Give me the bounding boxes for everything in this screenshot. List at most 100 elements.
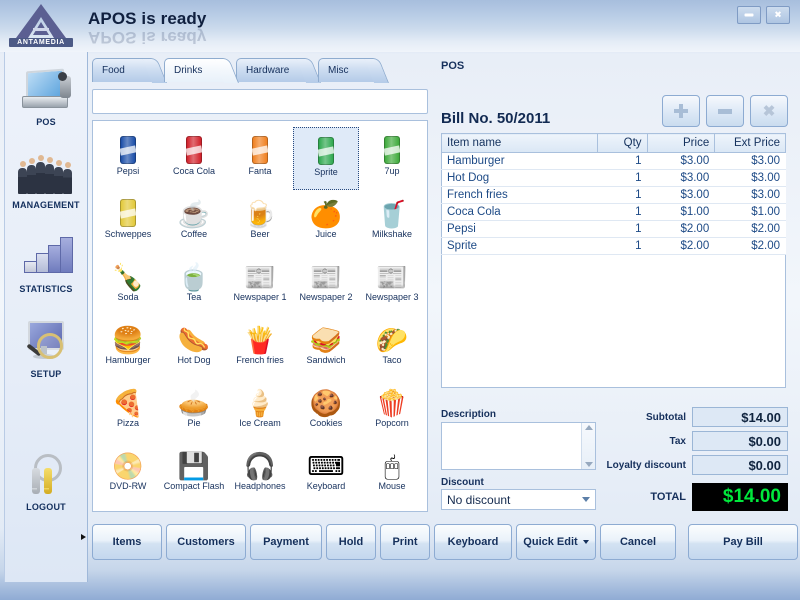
product-tile[interactable]: 🍕 Pizza <box>95 379 161 442</box>
tab-food[interactable]: Food <box>92 58 154 82</box>
product-tile[interactable]: 🍾 Soda <box>95 253 161 316</box>
window-title: APOS is ready <box>88 9 207 28</box>
payment-button[interactable]: Payment <box>250 524 322 560</box>
column-price[interactable]: Price <box>646 133 716 153</box>
sidebar-item-management[interactable]: MANAGEMENT <box>5 145 87 210</box>
product-tile[interactable]: 📰 Newspaper 2 <box>293 253 359 316</box>
keyboard-button-label: Keyboard <box>447 536 499 548</box>
product-tile[interactable]: 🍟 French fries <box>227 316 293 379</box>
product-tile[interactable]: 🍔 Hamburger <box>95 316 161 379</box>
product-label: Hot Dog <box>177 355 211 365</box>
print-button[interactable]: Print <box>380 524 430 560</box>
column-ext-price[interactable]: Ext Price <box>714 133 786 153</box>
product-tile[interactable]: 🌭 Hot Dog <box>161 316 227 379</box>
cancel-button[interactable]: Cancel <box>600 524 676 560</box>
tax-row: Tax $0.00 <box>670 431 788 451</box>
product-label: Popcorn <box>375 418 409 428</box>
product-tile[interactable]: Pepsi <box>95 127 161 190</box>
tab-drinks[interactable]: Drinks <box>164 58 226 82</box>
product-tile[interactable]: 🖱 Mouse <box>359 442 425 505</box>
apos-application-window: ANTAMEDIA APOS is ready APOS is ready ✖ … <box>0 0 800 600</box>
mouse-cursor-icon <box>81 534 86 540</box>
hold-button[interactable]: Hold <box>326 524 376 560</box>
product-tile[interactable]: Coca Cola <box>161 127 227 190</box>
product-tile[interactable]: 🥧 Pie <box>161 379 227 442</box>
product-tile[interactable]: 🎧 Headphones <box>227 442 293 505</box>
quick-edit-button[interactable]: Quick Edit <box>516 524 596 560</box>
product-tile[interactable]: 📰 Newspaper 1 <box>227 253 293 316</box>
product-label: Milkshake <box>371 229 412 239</box>
close-button[interactable]: ✖ <box>766 6 790 24</box>
scroll-down-icon[interactable] <box>584 462 593 467</box>
product-label: Newspaper 2 <box>299 292 353 302</box>
product-label: Soda <box>117 292 139 302</box>
product-tile[interactable]: 🍪 Cookies <box>293 379 359 442</box>
add-item-button[interactable] <box>662 95 700 127</box>
minimize-button[interactable] <box>737 6 761 24</box>
sidebar-item-pos[interactable]: POS <box>5 62 87 127</box>
table-row[interactable]: Sprite 1 $2.00 $2.00 <box>441 237 786 255</box>
product-tile[interactable]: 📰 Newspaper 3 <box>359 253 425 316</box>
product-label: Pie <box>187 418 201 428</box>
pay-bill-button[interactable]: Pay Bill <box>688 524 798 560</box>
discount-label: Discount <box>441 477 484 488</box>
product-label: Keyboard <box>306 481 346 491</box>
product-tile[interactable]: Schweppes <box>95 190 161 253</box>
product-tile[interactable]: Sprite <box>293 127 359 190</box>
sidebar-item-setup[interactable]: SETUP <box>5 314 87 379</box>
fanta-can-icon <box>252 130 268 164</box>
tab-hardware[interactable]: Hardware <box>236 58 308 82</box>
tab-misc[interactable]: Misc <box>318 58 376 82</box>
table-row[interactable]: Hamburger 1 $3.00 $3.00 <box>441 152 786 170</box>
product-tile[interactable]: ☕ Coffee <box>161 190 227 253</box>
customers-button[interactable]: Customers <box>166 524 246 560</box>
product-tile[interactable]: 🍦 Ice Cream <box>227 379 293 442</box>
product-tile[interactable]: 📀 DVD-RW <box>95 442 161 505</box>
discount-selected-value: No discount <box>447 492 511 507</box>
product-tile[interactable]: 7up <box>359 127 425 190</box>
keyboard-icon: ⌨ <box>307 451 345 481</box>
items-button-label: Items <box>112 536 142 548</box>
scroll-up-icon[interactable] <box>584 425 593 430</box>
product-tile[interactable]: ⌨ Keyboard <box>293 442 359 505</box>
pos-panel-label: POS <box>441 60 465 72</box>
tax-value: $0.00 <box>692 431 788 451</box>
cancel-button-label: Cancel <box>619 536 657 548</box>
column-item-name[interactable]: Item name <box>440 133 599 153</box>
product-label: Beer <box>250 229 270 239</box>
product-tile[interactable]: 🍊 Juice <box>293 190 359 253</box>
product-tile[interactable]: Fanta <box>227 127 293 190</box>
product-tile[interactable]: 🍺 Beer <box>227 190 293 253</box>
cell-name: Pepsi <box>441 220 598 238</box>
discount-select[interactable]: No discount <box>441 489 596 510</box>
window-title-reflection: APOS is ready <box>88 28 207 47</box>
table-row[interactable]: French fries 1 $3.00 $3.00 <box>441 186 786 204</box>
product-tile[interactable]: 🥪 Sandwich <box>293 316 359 379</box>
description-scrollbar[interactable] <box>581 423 595 469</box>
cookies-icon: 🍪 <box>309 388 343 418</box>
product-tile[interactable]: 🍵 Tea <box>161 253 227 316</box>
column-qty[interactable]: Qty <box>597 133 648 153</box>
newspaper-icon: 📰 <box>309 262 343 292</box>
loyalty-discount-row: Loyalty discount $0.00 <box>607 455 788 475</box>
description-textarea[interactable] <box>441 422 596 470</box>
table-row[interactable]: Hot Dog 1 $3.00 $3.00 <box>441 169 786 187</box>
table-row[interactable]: Pepsi 1 $2.00 $2.00 <box>441 220 786 238</box>
items-button[interactable]: Items <box>92 524 162 560</box>
search-input[interactable] <box>93 90 427 113</box>
product-tile[interactable]: 💾 Compact Flash <box>161 442 227 505</box>
sidebar-item-statistics[interactable]: STATISTICS <box>5 229 87 294</box>
sidebar-item-logout[interactable]: LOGOUT <box>5 447 87 512</box>
clear-bill-button[interactable]: ✖ <box>750 95 788 127</box>
sidebar-label-logout: LOGOUT <box>26 502 66 512</box>
table-row[interactable]: Coca Cola 1 $1.00 $1.00 <box>441 203 786 221</box>
sprite-can-icon <box>318 131 334 165</box>
product-tile[interactable]: 🍿 Popcorn <box>359 379 425 442</box>
product-search-box[interactable] <box>92 89 428 114</box>
cell-name: Hamburger <box>441 152 598 170</box>
product-tile[interactable]: 🥤 Milkshake <box>359 190 425 253</box>
product-tile[interactable]: 🌮 Taco <box>359 316 425 379</box>
keyboard-button[interactable]: Keyboard <box>434 524 512 560</box>
title-bar: ANTAMEDIA APOS is ready APOS is ready ✖ <box>0 0 800 52</box>
remove-item-button[interactable] <box>706 95 744 127</box>
